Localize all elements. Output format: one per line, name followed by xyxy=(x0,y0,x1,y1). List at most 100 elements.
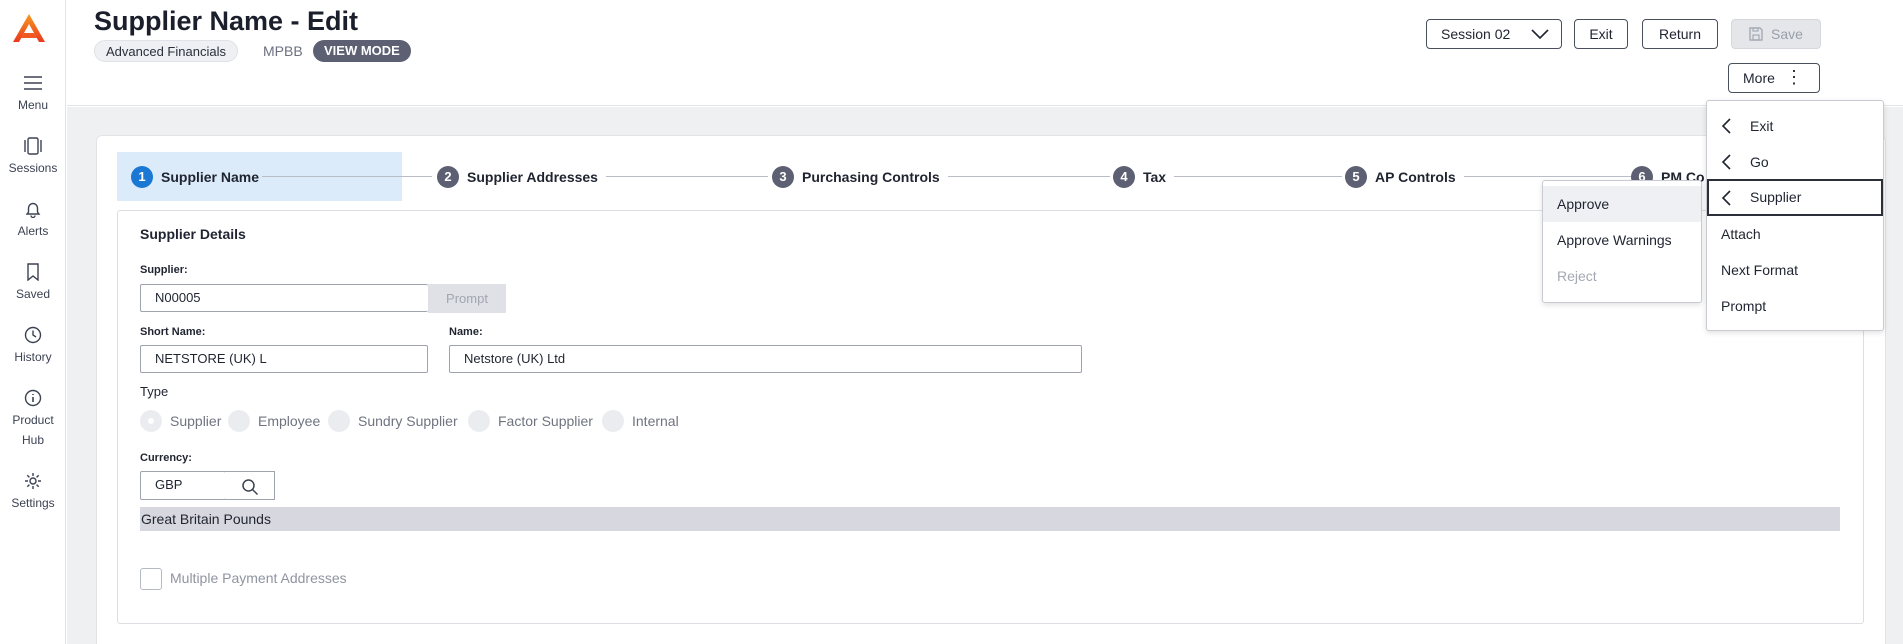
supplier-input[interactable]: N00005 xyxy=(140,284,428,312)
radio-label: Factor Supplier xyxy=(498,413,593,429)
chevron-left-icon xyxy=(1721,154,1731,170)
sidebar-item-label: Sessions xyxy=(8,161,58,175)
step-number: 3 xyxy=(772,166,794,188)
app-chip: Advanced Financials xyxy=(94,40,238,62)
step-number: 1 xyxy=(131,166,153,188)
currency-label: Currency: xyxy=(140,452,192,464)
menu-item-label: Go xyxy=(1750,154,1769,170)
type-radio-employee[interactable]: Employee xyxy=(228,410,320,432)
info-icon xyxy=(24,389,42,407)
type-label: Type xyxy=(140,384,169,399)
sessions-icon xyxy=(24,137,42,155)
step-purchasing-controls[interactable]: 3 Purchasing Controls xyxy=(772,166,948,188)
menu-item-go[interactable]: Go xyxy=(1707,144,1883,180)
menu-item-label: Prompt xyxy=(1721,298,1767,314)
sidebar-item-label: Menu xyxy=(17,98,49,112)
step-tax[interactable]: 4 Tax xyxy=(1113,166,1175,188)
radio-selected-indicator xyxy=(140,410,162,432)
chevron-left-icon xyxy=(1721,118,1731,134)
step-ap-controls[interactable]: 5 AP Controls xyxy=(1345,166,1464,188)
sidebar-item-product-hub[interactable]: Product Hub xyxy=(0,389,66,450)
currency-search-button[interactable] xyxy=(225,471,275,500)
supplier-label: Supplier: xyxy=(140,264,188,276)
mode-badge: VIEW MODE xyxy=(313,40,411,62)
sidebar-item-saved[interactable]: Saved xyxy=(0,263,66,304)
sidebar-item-alerts[interactable]: Alerts xyxy=(0,200,66,241)
menu-item-attach[interactable]: Attach xyxy=(1707,216,1883,252)
radio-label: Sundry Supplier xyxy=(358,413,458,429)
short-name-input[interactable]: NETSTORE (UK) L xyxy=(140,345,428,373)
sidebar-item-label: Hub xyxy=(21,433,44,447)
step-number: 5 xyxy=(1345,166,1367,188)
save-button[interactable]: Save xyxy=(1731,19,1821,49)
step-number: 2 xyxy=(437,166,459,188)
type-radio-factor-supplier[interactable]: Factor Supplier xyxy=(468,410,593,432)
radio-label: Internal xyxy=(632,413,679,429)
return-button[interactable]: Return xyxy=(1642,19,1718,49)
save-label: Save xyxy=(1771,26,1803,42)
approve-submenu: Approve Approve Warnings Reject xyxy=(1542,180,1702,303)
radio-indicator xyxy=(328,410,350,432)
menu-item-approve[interactable]: Approve xyxy=(1543,186,1701,222)
step-connector xyxy=(262,176,432,177)
type-radio-internal[interactable]: Internal xyxy=(602,410,679,432)
page-header: Supplier Name - Edit Advanced Financials… xyxy=(67,0,1903,106)
step-connector xyxy=(1452,176,1632,177)
chevron-down-icon xyxy=(1531,29,1549,40)
chevron-left-icon xyxy=(1721,190,1731,206)
menu-item-label: Exit xyxy=(1750,118,1774,134)
radio-label: Supplier xyxy=(170,413,222,429)
step-supplier-addresses[interactable]: 2 Supplier Addresses xyxy=(437,166,606,188)
company-code: MPBB xyxy=(263,43,303,59)
section-title: Supplier Details xyxy=(140,226,246,242)
step-label: Tax xyxy=(1143,169,1167,185)
step-supplier-name[interactable]: 1 Supplier Name xyxy=(131,166,267,188)
menu-item-supplier[interactable]: Supplier xyxy=(1707,179,1883,216)
page-title: Supplier Name - Edit xyxy=(94,6,359,36)
more-menu: Exit Go Supplier Attach Next Format Prom… xyxy=(1706,100,1884,331)
step-label: Supplier Name xyxy=(161,169,260,185)
multiple-payment-label: Multiple Payment Addresses xyxy=(170,570,347,586)
radio-indicator xyxy=(228,410,250,432)
bell-icon xyxy=(25,202,41,218)
menu-item-prompt[interactable]: Prompt xyxy=(1707,288,1883,324)
menu-item-reject[interactable]: Reject xyxy=(1543,258,1701,294)
step-label: AP Controls xyxy=(1375,169,1456,185)
menu-item-exit[interactable]: Exit xyxy=(1707,108,1883,144)
step-label: Purchasing Controls xyxy=(802,169,940,185)
sidebar: Menu Sessions Alerts Saved History Produ… xyxy=(0,0,66,644)
menu-item-approve-warnings[interactable]: Approve Warnings xyxy=(1543,222,1701,258)
short-name-label: Short Name: xyxy=(140,326,206,338)
session-dropdown[interactable]: Session 02 xyxy=(1426,19,1562,49)
more-button[interactable]: More ⋮ xyxy=(1728,63,1820,93)
bookmark-icon xyxy=(27,263,39,281)
app-logo xyxy=(13,14,45,42)
radio-label: Employee xyxy=(258,413,321,429)
supplier-prompt-button[interactable]: Prompt xyxy=(428,284,506,313)
type-radio-sundry-supplier[interactable]: Sundry Supplier xyxy=(328,410,458,432)
name-input[interactable]: Netstore (UK) Ltd xyxy=(449,345,1082,373)
radio-indicator xyxy=(468,410,490,432)
exit-button[interactable]: Exit xyxy=(1574,19,1628,49)
type-radio-supplier[interactable]: Supplier xyxy=(140,410,221,432)
sidebar-item-label: Saved xyxy=(15,287,51,301)
step-number: 4 xyxy=(1113,166,1135,188)
menu-item-next-format[interactable]: Next Format xyxy=(1707,252,1883,288)
session-label: Session 02 xyxy=(1441,26,1511,42)
sidebar-item-label: Product xyxy=(12,413,54,427)
sidebar-item-settings[interactable]: Settings xyxy=(0,472,66,513)
name-label: Name: xyxy=(449,326,483,338)
hamburger-icon xyxy=(24,76,42,90)
radio-indicator xyxy=(602,410,624,432)
multiple-payment-checkbox[interactable] xyxy=(140,568,162,590)
menu-item-label: Next Format xyxy=(1721,262,1799,278)
currency-input[interactable]: GBP xyxy=(140,471,226,500)
sidebar-item-history[interactable]: History xyxy=(0,326,66,367)
menu-item-label: Reject xyxy=(1557,268,1597,284)
currency-description: Great Britain Pounds xyxy=(140,507,1840,531)
step-connector xyxy=(1172,176,1342,177)
sidebar-item-menu[interactable]: Menu xyxy=(0,74,66,115)
more-label: More xyxy=(1743,70,1775,86)
menu-item-label: Supplier xyxy=(1750,189,1802,205)
sidebar-item-sessions[interactable]: Sessions xyxy=(0,137,66,178)
